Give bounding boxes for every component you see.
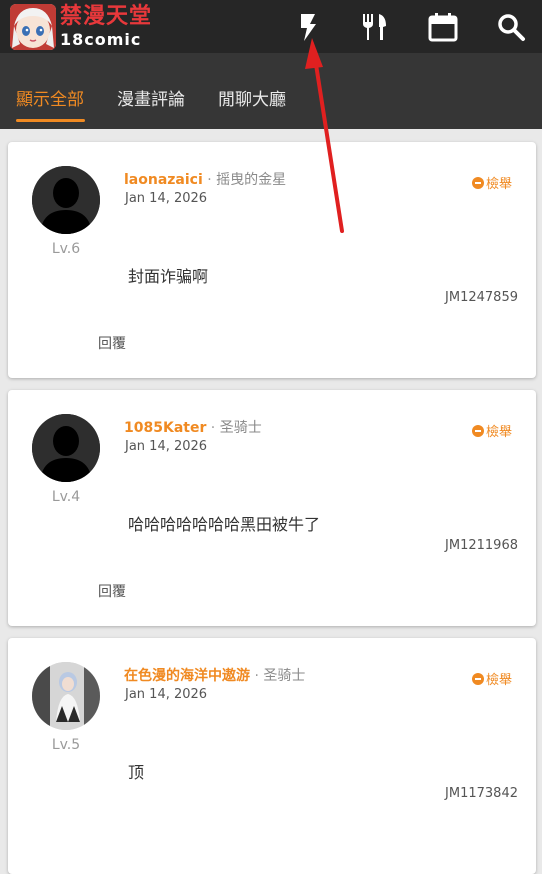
avatar[interactable] [32, 662, 100, 730]
logo-mascot-icon [10, 4, 56, 50]
reply-button[interactable]: 回覆 [98, 581, 126, 601]
active-tab-indicator [16, 119, 85, 122]
comment-date: Jan 14, 2026 [125, 687, 208, 702]
comic-id-link[interactable]: JM1173842 [445, 786, 518, 801]
minus-circle-icon [471, 177, 484, 189]
calendar-icon[interactable] [427, 11, 459, 43]
tab-chat-lobby[interactable]: 閒聊大廳 [218, 85, 286, 110]
report-label: 檢舉 [485, 425, 512, 440]
comment-date: Jan 14, 2026 [125, 191, 208, 206]
restaurant-icon[interactable] [358, 11, 390, 43]
comment-text: 顶 [128, 763, 145, 782]
report-button[interactable]: 檢舉 [471, 421, 512, 440]
avatar[interactable] [32, 414, 100, 482]
top-app-bar: 禁漫天堂 18comic [0, 0, 542, 53]
username-text[interactable]: 1085Kater [124, 420, 206, 436]
reply-button[interactable]: 回覆 [98, 333, 126, 353]
comic-id-link[interactable]: JM1211968 [445, 538, 518, 553]
comment-date: Jan 14, 2026 [125, 439, 208, 454]
user-level: Lv.5 [51, 737, 81, 753]
avatar[interactable] [32, 166, 100, 234]
username-text[interactable]: 在色漫的海洋中遨游 [124, 668, 250, 684]
separator: · [202, 172, 217, 188]
minus-circle-icon [471, 425, 484, 437]
report-label: 檢舉 [485, 673, 512, 688]
username-text[interactable]: laonazaici [124, 172, 203, 188]
search-icon[interactable] [495, 11, 527, 43]
username[interactable]: 在色漫的海洋中遨游 · 圣骑士 [124, 665, 305, 685]
username[interactable]: 1085Kater · 圣骑士 [124, 417, 262, 437]
app-logo[interactable]: 禁漫天堂 18comic [8, 4, 164, 50]
flash-icon[interactable] [292, 11, 324, 43]
tab-comic-reviews[interactable]: 漫畫評論 [117, 85, 185, 110]
tab-bar: 顯示全部 漫畫評論 閒聊大廳 [0, 53, 542, 129]
report-label: 檢舉 [485, 177, 512, 192]
separator: · [250, 668, 264, 684]
separator: · [206, 420, 220, 436]
tab-show-all[interactable]: 顯示全部 [16, 85, 84, 110]
comment-text: 哈哈哈哈哈哈哈黑田被牛了 [128, 515, 321, 534]
report-button[interactable]: 檢舉 [471, 173, 512, 192]
user-rank-title: 圣骑士 [219, 420, 262, 436]
comment-card: Lv.6 laonazaici · 摇曳的金星 Jan 14, 2026 檢舉 … [8, 142, 536, 378]
report-button[interactable]: 檢舉 [471, 669, 512, 688]
user-rank-title: 圣骑士 [263, 668, 306, 684]
minus-circle-icon [471, 673, 484, 685]
user-rank-title: 摇曳的金星 [216, 172, 287, 188]
user-level: Lv.6 [51, 241, 81, 257]
comic-id-link[interactable]: JM1247859 [445, 290, 518, 305]
user-level: Lv.4 [51, 489, 81, 505]
logo-title: 禁漫天堂 [60, 4, 153, 29]
logo-subtitle: 18comic [60, 30, 142, 49]
comment-card: Lv.4 1085Kater · 圣骑士 Jan 14, 2026 檢舉 哈哈哈… [8, 390, 536, 626]
comment-text: 封面诈骗啊 [128, 267, 209, 286]
comment-card: Lv.5 在色漫的海洋中遨游 · 圣骑士 Jan 14, 2026 檢舉 顶 J… [8, 638, 536, 874]
username[interactable]: laonazaici · 摇曳的金星 [124, 169, 286, 189]
